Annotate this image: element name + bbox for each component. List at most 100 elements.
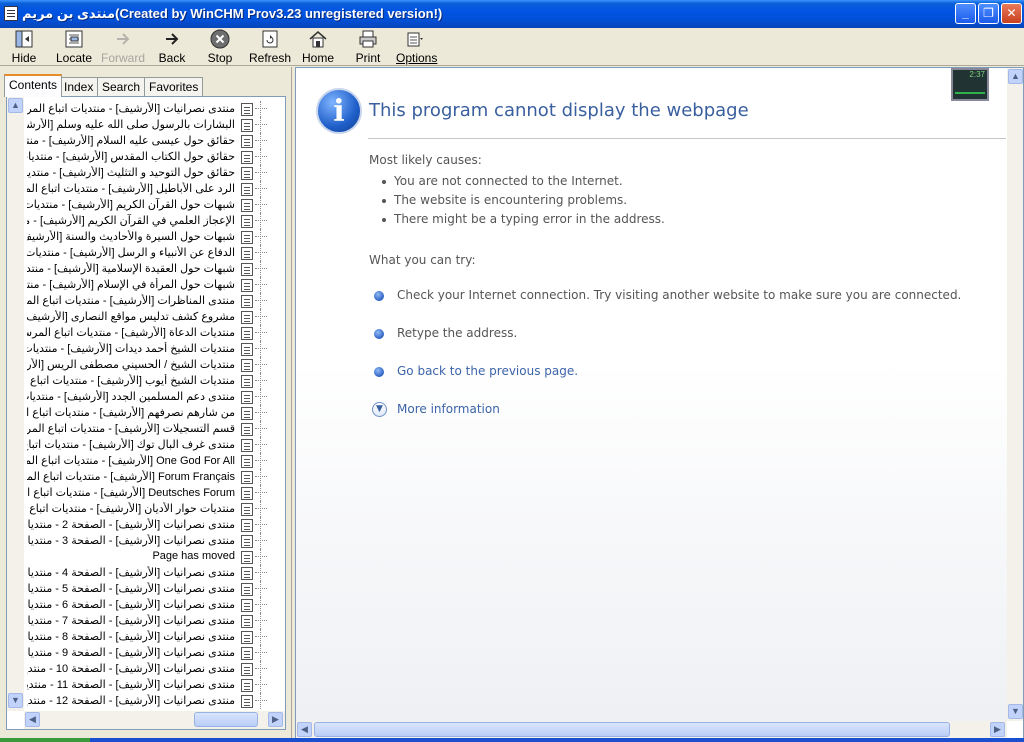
list-item: You are not connected to the Internet. [382,174,665,193]
tree-item[interactable]: منتديات الشيخ أحمد ديدات [الأرشيف] - منت… [25,341,269,357]
tab-favorites[interactable]: Favorites [144,77,204,96]
content-scroll-thumb[interactable] [314,722,950,737]
tree-item[interactable]: منتدى دعم المسلمين الجدد [الأرشيف] - منت… [25,389,269,405]
tree-item[interactable]: شبهات حول المرأة في الإسلام [الأرشيف] - … [25,277,269,293]
page-icon [241,375,253,388]
tree-item[interactable]: منتدى نصرانيات [الأرشيف] - الصفحة 4 - من… [25,565,269,581]
more-information-link[interactable]: More information [397,402,500,416]
bullet-icon [374,291,384,301]
tree-connector [260,469,261,485]
scroll-right-arrow-icon[interactable]: ▶ [268,712,283,727]
tree-item[interactable]: منتدى نصرانيات [الأرشيف] - الصفحة 10 - م… [25,661,269,677]
tree-item[interactable]: من شارهم نصرفهم [الأرشيف] - منتديات اتبا… [25,405,269,421]
app-document-icon[interactable] [4,6,18,21]
tree-item[interactable]: منتدى نصرانيات [الأرشيف] - الصفحة 12 - م… [25,693,269,709]
tree-item-label: منتديات الشيخ أيوب [الأرشيف] - منتديات ا… [27,375,235,387]
contents-tree[interactable]: ▲ ▼ منتدى نصرانيات [الأرشيف] - منتديات ا… [6,96,286,730]
tree-item[interactable]: منتديات الشيخ أيوب [الأرشيف] - منتديات ا… [25,373,269,389]
scroll-up-arrow-icon[interactable]: ▲ [8,98,23,113]
divider [368,138,1006,139]
tree-item[interactable]: منتدى غرف البال توك [الأرشيف] - منتديات … [25,437,269,453]
scroll-left-arrow-icon[interactable]: ◀ [297,722,312,737]
tree-item[interactable]: منتدى المناظرات [الأرشيف] - منتديات اتبا… [25,293,269,309]
tree-item[interactable]: شبهات حول العقيدة الإسلامية [الأرشيف] - … [25,261,269,277]
tree-horizontal-scrollbar[interactable]: ◀ ▶ [24,711,285,729]
options-button[interactable]: Options [396,29,437,65]
print-button[interactable]: Print [352,29,384,65]
tree-item[interactable]: منتدى نصرانيات [الأرشيف] - الصفحة 6 - من… [25,597,269,613]
scroll-down-arrow-icon[interactable]: ▼ [1008,704,1023,719]
stop-button[interactable]: Stop [204,29,236,65]
tree-scroll-thumb[interactable] [194,712,258,727]
chevron-down-icon[interactable]: ▼ [372,402,387,417]
tree-item-label: منتديات الشيخ أحمد ديدات [الأرشيف] - منت… [27,343,235,355]
tree-vertical-scrollbar[interactable]: ▲ ▼ [7,97,24,711]
tree-item[interactable]: منتديات الشيخ / الحسيني مصطفى الريس [الأ… [25,357,269,373]
tree-connector [255,652,267,653]
refresh-button[interactable]: Refresh [249,29,291,65]
scroll-down-arrow-icon[interactable]: ▼ [8,693,23,708]
tree-item[interactable]: منتديات حوار الأديان [الأرشيف] - منتديات… [25,501,269,517]
tree-item-label: منتدى نصرانيات [الأرشيف] - الصفحة 3 - من… [27,535,235,547]
page-icon [241,519,253,532]
go-back-link[interactable]: Go back to the previous page. [397,364,578,378]
page-icon [241,263,253,276]
back-button[interactable]: Back [156,29,188,65]
scroll-left-arrow-icon[interactable]: ◀ [25,712,40,727]
tree-connector [260,277,261,293]
tree-item[interactable]: قسم التسجيلات [الأرشيف] - منتديات اتباع … [25,421,269,437]
home-button[interactable]: Home [302,29,334,65]
tab-index[interactable]: Index [59,77,99,96]
tree-item[interactable]: One God For All [الأرشيف] - منتديات اتبا… [25,453,269,469]
tree-item[interactable]: Forum Français [الأرشيف] - منتديات اتباع… [25,469,269,485]
tab-search[interactable]: Search [97,77,146,96]
tree-connector [260,373,261,389]
tree-item[interactable]: حقائق حول عيسى عليه السلام [الأرشيف] - م… [25,133,269,149]
tree-connector [255,508,267,509]
tree-connector [260,661,261,677]
tree-item[interactable]: حقائق حول التوحيد و التثليث [الأرشيف] - … [25,165,269,181]
scroll-right-arrow-icon[interactable]: ▶ [990,722,1005,737]
tree-item[interactable]: مشروع كشف تدليس مواقع النصارى [الأرشيف] … [25,309,269,325]
page-icon [241,551,253,564]
tree-item-label: منتدى نصرانيات [الأرشيف] - الصفحة 4 - من… [27,567,235,579]
tree-connector [260,453,261,469]
hide-button[interactable]: Hide [8,29,40,65]
tab-contents[interactable]: Contents [4,74,63,97]
scroll-up-arrow-icon[interactable]: ▲ [1008,69,1023,84]
close-button[interactable]: ✕ [1001,3,1022,24]
info-icon: i [316,88,362,134]
tree-item[interactable]: Deutsches Forum [الأرشيف] - منتديات اتبا… [25,485,269,501]
tree-connector [255,556,267,557]
content-horizontal-scrollbar[interactable]: ◀ ▶ [296,721,1007,739]
tree-item[interactable]: Page has moved [25,549,269,565]
page-icon [241,327,253,340]
tree-item[interactable]: منتدى نصرانيات [الأرشيف] - الصفحة 5 - من… [25,581,269,597]
locate-button[interactable]: Locate [54,29,94,65]
tree-item[interactable]: الإعجاز العلمي في القرآن الكريم [الأرشيف… [25,213,269,229]
tree-item[interactable]: الرد على الأباطيل [الأرشيف] - منتديات ات… [25,181,269,197]
tree-item[interactable]: الدفاع عن الأنبياء و الرسل [الأرشيف] - م… [25,245,269,261]
tree-connector [255,172,267,173]
tree-item[interactable]: منتدى نصرانيات [الأرشيف] - الصفحة 2 - من… [25,517,269,533]
tree-item-label: منتديات الدعاة [الأرشيف] - منتديات اتباع… [27,327,235,339]
tree-item[interactable]: منتدى نصرانيات [الأرشيف] - الصفحة 8 - من… [25,629,269,645]
tree-item[interactable]: منتديات الدعاة [الأرشيف] - منتديات اتباع… [25,325,269,341]
tree-item[interactable]: منتدى نصرانيات [الأرشيف] - الصفحة 3 - من… [25,533,269,549]
tree-connector [260,341,261,357]
tree-connector [255,700,267,701]
tree-item[interactable]: منتدى نصرانيات [الأرشيف] - الصفحة 9 - من… [25,645,269,661]
tree-item[interactable]: البشارات بالرسول صلى الله عليه وسلم [الأ… [25,117,269,133]
content-vertical-scrollbar[interactable]: ▲ ▼ [1007,68,1023,721]
maximize-button[interactable]: ❐ [978,3,999,24]
forward-button[interactable]: Forward [101,29,145,65]
tree-item-label: One God For All [الأرشيف] - منتديات اتبا… [27,455,235,467]
tree-item[interactable]: شبهات حول السيرة والأحاديث والسنة [الأرش… [25,229,269,245]
tree-item-label: Page has moved [152,550,235,562]
tree-item[interactable]: منتدى نصرانيات [الأرشيف] - منتديات اتباع… [25,101,269,117]
tree-item[interactable]: حقائق حول الكتاب المقدس [الأرشيف] - منتد… [25,149,269,165]
tree-item[interactable]: شبهات حول القرآن الكريم [الأرشيف] - منتد… [25,197,269,213]
minimize-button[interactable]: _ [955,3,976,24]
tree-item[interactable]: منتدى نصرانيات [الأرشيف] - الصفحة 11 - م… [25,677,269,693]
tree-item[interactable]: منتدى نصرانيات [الأرشيف] - الصفحة 7 - من… [25,613,269,629]
